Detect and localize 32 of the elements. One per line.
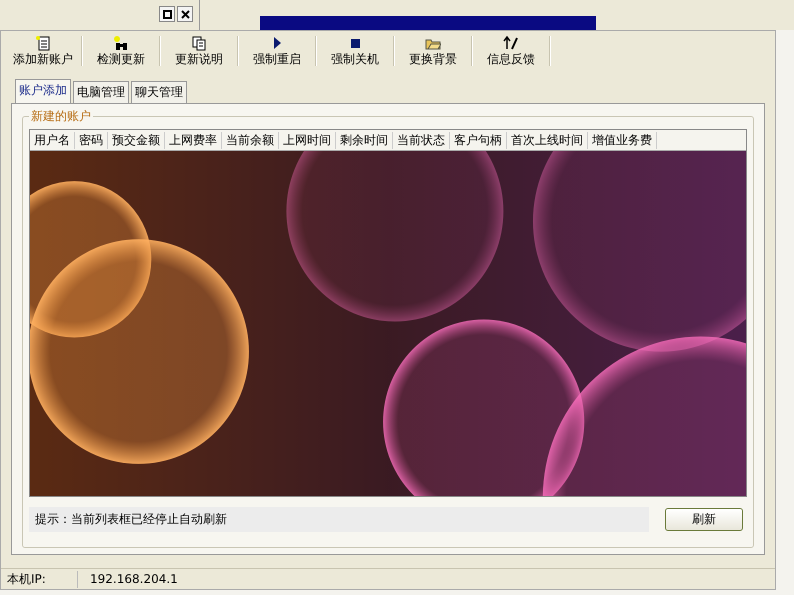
toolbar-button[interactable]: 强制重启 <box>243 34 311 68</box>
toolbar-button[interactable]: 信息反馈 <box>477 34 545 68</box>
toolbar-button[interactable]: 检测更新 <box>87 34 155 68</box>
column-header[interactable]: 上网费率 <box>165 132 222 148</box>
toolbar-button[interactable]: 更新说明 <box>165 34 233 68</box>
toolbar-button[interactable]: 更换背景 <box>399 34 467 68</box>
column-header[interactable]: 当前余额 <box>222 132 279 148</box>
column-header[interactable]: 增值业务费 <box>588 132 657 148</box>
maximize-icon[interactable] <box>159 6 175 22</box>
column-header[interactable]: 剩余时间 <box>336 132 393 148</box>
pages-icon <box>191 34 207 50</box>
column-header[interactable]: 客户句柄 <box>450 132 507 148</box>
ip-label: 本机IP: <box>1 570 78 588</box>
column-header[interactable]: 用户名 <box>30 132 75 148</box>
pen-icon <box>503 34 519 50</box>
hint-text: 提示：当前列表框已经停止自动刷新 <box>29 507 649 532</box>
column-header[interactable]: 密码 <box>75 132 108 148</box>
toolbar-button[interactable]: 添加新账户 <box>9 34 77 68</box>
tab[interactable]: 电脑管理 <box>73 81 129 103</box>
binoculars-icon <box>113 34 129 50</box>
tab[interactable]: 聊天管理 <box>131 81 187 103</box>
tab[interactable]: 账户添加 <box>15 79 71 103</box>
column-header[interactable]: 首次上线时间 <box>507 132 588 148</box>
refresh-button[interactable]: 刷新 <box>665 508 743 531</box>
group-title: 新建的账户 <box>30 108 92 125</box>
column-header[interactable]: 当前状态 <box>393 132 450 148</box>
document-icon <box>35 34 51 50</box>
close-icon[interactable] <box>177 6 193 22</box>
column-header[interactable]: 预交金额 <box>108 132 165 148</box>
column-header[interactable]: 上网时间 <box>279 132 336 148</box>
toolbar-button[interactable]: 强制关机 <box>321 34 389 68</box>
ip-value: 192.168.204.1 <box>89 572 178 586</box>
